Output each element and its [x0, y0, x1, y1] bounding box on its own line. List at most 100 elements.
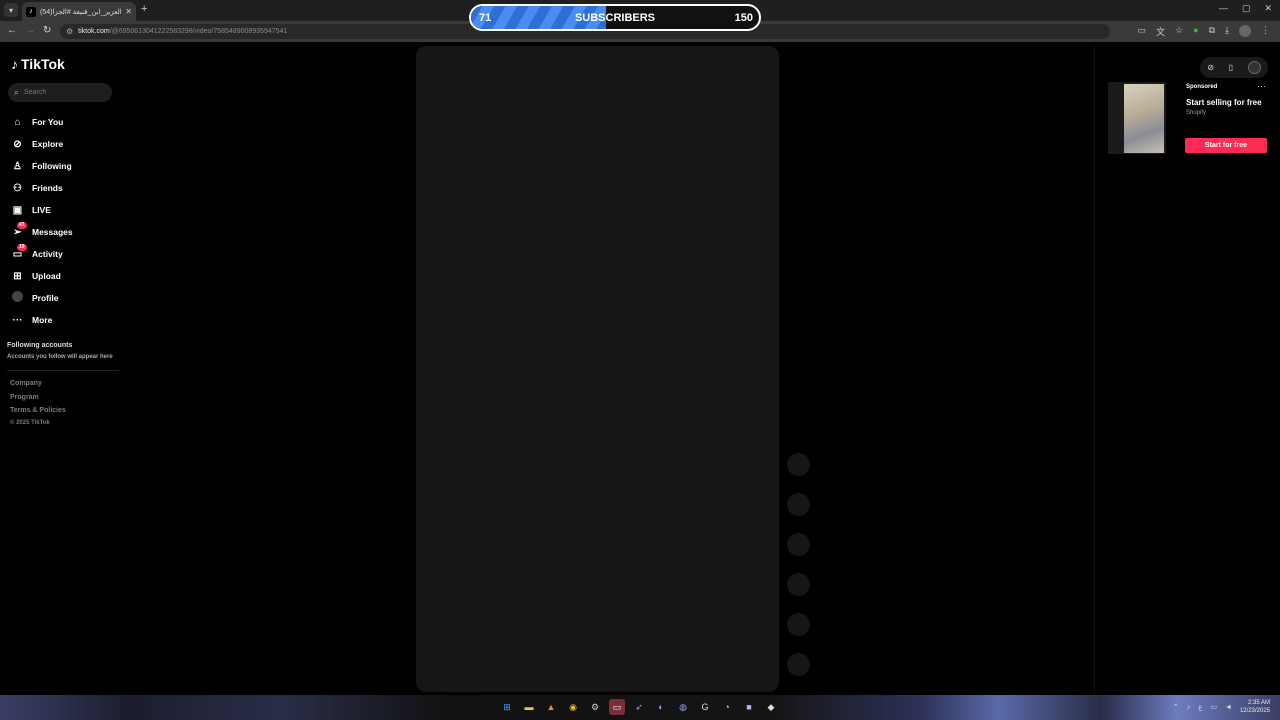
sidebar-item-activity[interactable]: ▭ 19 Activity: [11, 243, 121, 265]
back-icon[interactable]: ←: [7, 25, 17, 36]
cast-icon[interactable]: ▭: [1138, 25, 1147, 38]
minimize-icon[interactable]: —: [1219, 3, 1228, 14]
sidebar-item-label: Explore: [32, 139, 64, 149]
more-options-icon[interactable]: ···: [1257, 81, 1266, 91]
sidebar-item-explore[interactable]: ⊘ Explore: [11, 133, 121, 155]
ad-title: Start selling for free: [1186, 98, 1262, 107]
sidebar-item-upload[interactable]: ⊞ Upload: [11, 265, 121, 287]
top-actions-pill: ⊘ ▯: [1200, 57, 1268, 78]
browser-tab[interactable]: ♪ (54)عبدالعزيز_ابن_قنيفة #الجزا ✕: [22, 2, 136, 21]
subscriber-current: 71: [479, 12, 492, 24]
bookmark-button[interactable]: [787, 573, 810, 596]
sidebar-item-label: Upload: [32, 271, 61, 281]
sidebar-item-friends[interactable]: ⚇ Friends: [11, 177, 121, 199]
browser-menu-icon[interactable]: ⋮: [1261, 25, 1270, 38]
sidebar-item-label: More: [32, 315, 53, 325]
footer-link-company[interactable]: Company: [10, 380, 42, 387]
chevron-up-icon[interactable]: ⌃: [1173, 703, 1179, 711]
maximize-icon[interactable]: ▢: [1242, 3, 1251, 14]
sidebar-item-for-you[interactable]: ⌂ For You: [11, 111, 121, 133]
tab-search-icon[interactable]: ▾: [4, 3, 18, 17]
microphone-icon[interactable]: ♪: [1187, 704, 1191, 711]
chrome-icon[interactable]: ◉: [565, 699, 581, 715]
file-explorer-icon[interactable]: ▬: [521, 699, 537, 715]
footer-link-terms[interactable]: Terms & Policies: [10, 407, 66, 414]
url-host: tiktok.com: [78, 28, 110, 35]
coins-icon[interactable]: ⊘: [1207, 63, 1214, 72]
volume-icon[interactable]: ◄: [1225, 704, 1232, 711]
sidebar-nav: ⌂ For You ⊘ Explore ♙ Following ⚇ Friend…: [11, 111, 121, 331]
bookmark-star-icon[interactable]: ☆: [1175, 25, 1183, 38]
search-icon: ⌕: [14, 87, 20, 97]
comment-button[interactable]: [787, 533, 810, 556]
discord-icon[interactable]: ◐: [653, 699, 669, 715]
following-accounts-title: Following accounts: [7, 342, 73, 349]
compass-icon: ⊘: [13, 138, 22, 150]
like-button[interactable]: [787, 493, 810, 516]
user-avatar[interactable]: [1247, 61, 1261, 74]
reload-icon[interactable]: ↻: [43, 25, 51, 36]
settings-icon[interactable]: ⚙: [587, 699, 603, 715]
music-disc-button[interactable]: [787, 653, 810, 676]
site-info-icon[interactable]: ⚙: [66, 27, 73, 36]
footer-link-program[interactable]: Program: [10, 394, 39, 401]
sidebar-item-label: For You: [32, 117, 64, 127]
windows-start-icon[interactable]: ⊞: [499, 699, 515, 715]
sidebar-item-more[interactable]: ··· More: [11, 309, 121, 331]
sidebar-item-label: Profile: [32, 293, 59, 303]
ad-cta-button[interactable]: Start for free: [1185, 138, 1267, 153]
creator-avatar-button[interactable]: [787, 453, 810, 476]
obs-icon[interactable]: ■: [741, 699, 757, 715]
tab-title: (54)عبدالعزيز_ابن_قنيفة #الجزا: [40, 8, 121, 16]
extensions-puzzle-icon[interactable]: ⧉: [1209, 25, 1215, 38]
sponsored-ad-card[interactable]: Sponsored ··· Start selling for free Sho…: [1108, 81, 1268, 154]
steam-icon[interactable]: ➶: [631, 699, 647, 715]
tiktok-logo[interactable]: ♪ TikTok: [11, 56, 65, 72]
subscriber-label: SUBSCRIBERS: [574, 12, 656, 24]
system-tray: ⌃ ♪ ع ▭ ◄ 2:35 AM 12/23/2025: [1173, 699, 1270, 715]
live-icon: ▣: [12, 204, 23, 216]
sidebar-item-label: Following: [32, 161, 72, 171]
sidebar-item-live[interactable]: ▣ LIVE: [11, 199, 121, 221]
sidebar-item-profile[interactable]: Profile: [11, 287, 121, 309]
subscriber-goal-overlay: SUBSCRIBERS 71 150: [469, 4, 761, 31]
home-icon: ⌂: [14, 116, 21, 128]
extension-icon[interactable]: ●: [1193, 25, 1198, 38]
close-window-icon[interactable]: ✕: [1264, 3, 1272, 14]
ad-thumbnail-image: [1124, 84, 1164, 153]
sidebar-item-messages[interactable]: ➢ 41 Messages: [11, 221, 121, 243]
download-icon[interactable]: ⤓: [1225, 25, 1229, 38]
close-icon[interactable]: ✕: [125, 7, 132, 16]
search-input[interactable]: ⌕ Search: [8, 83, 112, 102]
profile-avatar-icon[interactable]: [1239, 25, 1251, 37]
browser-app-icon[interactable]: ◔: [719, 699, 735, 715]
taskbar-apps: ⊞ ▬ ▲ ◉ ⚙ ▭ ➶ ◐ ◍ G ◔ ■ ◆: [499, 699, 779, 715]
clock[interactable]: 2:35 AM 12/23/2025: [1240, 699, 1270, 715]
tiktok-note-icon: ♪: [11, 56, 18, 72]
sidebar-item-following[interactable]: ♙ Following: [11, 155, 121, 177]
app-icon[interactable]: G: [697, 699, 713, 715]
messages-badge: 41: [17, 222, 27, 229]
network-icon[interactable]: ▭: [1210, 703, 1217, 711]
epic-games-icon[interactable]: ◆: [763, 699, 779, 715]
url-path: /@6950613041222583298/video/758548900893…: [109, 28, 288, 35]
terminal-icon[interactable]: ▭: [609, 699, 625, 715]
language-icon[interactable]: ع: [1198, 703, 1202, 711]
translate-icon[interactable]: 文: [1156, 25, 1165, 38]
ad-thumbnail[interactable]: [1108, 82, 1166, 154]
subscriber-goal: 150: [734, 12, 753, 24]
forward-icon[interactable]: →: [25, 25, 35, 36]
new-tab-button[interactable]: +: [141, 3, 147, 15]
messenger-icon[interactable]: ◍: [675, 699, 691, 715]
avatar-circle: [12, 291, 23, 302]
user-follow-icon: ♙: [13, 160, 22, 172]
tiktok-favicon-icon: ♪: [26, 6, 36, 17]
sidebar-item-label: LIVE: [32, 205, 51, 215]
vlc-icon[interactable]: ▲: [543, 699, 559, 715]
share-button[interactable]: [787, 613, 810, 636]
video-player[interactable]: [416, 46, 779, 692]
phone-icon[interactable]: ▯: [1229, 63, 1233, 72]
search-placeholder: Search: [24, 89, 47, 96]
activity-badge: 19: [17, 244, 27, 251]
avatar: [11, 291, 24, 305]
